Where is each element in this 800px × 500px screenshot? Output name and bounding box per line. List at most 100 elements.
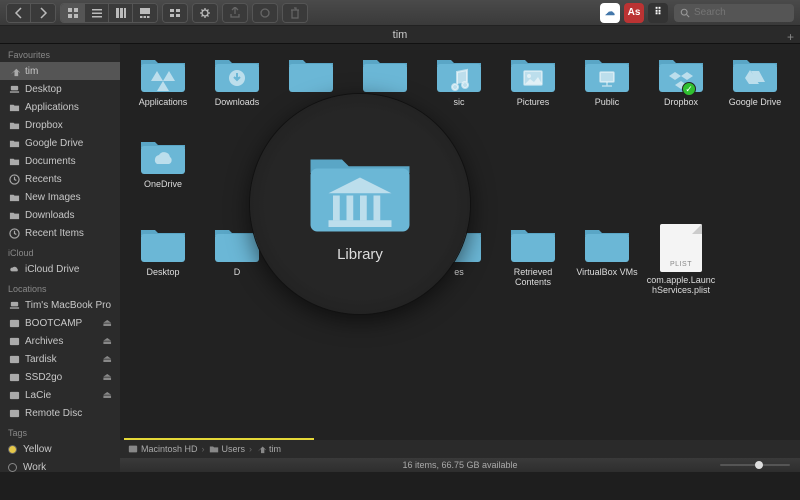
- folder-pictures[interactable]: Pictures: [496, 54, 570, 136]
- sidebar-item-new-images[interactable]: New Images: [0, 188, 120, 206]
- search-icon: [680, 8, 690, 18]
- sidebar-item-downloads[interactable]: Downloads: [0, 206, 120, 224]
- icon-size-slider[interactable]: [720, 462, 790, 468]
- sidebar-item-yellow[interactable]: Yellow: [0, 440, 120, 458]
- share-button[interactable]: [223, 4, 247, 22]
- delete-button[interactable]: [283, 4, 307, 22]
- sidebar-item-documents[interactable]: Documents: [0, 152, 120, 170]
- icon-view-button[interactable]: [61, 4, 85, 22]
- sidebar-item-label: Applications: [25, 102, 79, 113]
- sidebar-item-google-drive[interactable]: Google Drive: [0, 134, 120, 152]
- folder-item[interactable]: [274, 224, 348, 306]
- sidebar-item-tim-s-macbook-pro[interactable]: Tim's MacBook Pro: [0, 296, 120, 314]
- menubar-app-dropbox[interactable]: ⠿: [648, 3, 668, 23]
- sidebar-item-applications[interactable]: Applications: [0, 98, 120, 116]
- sidebar-item-remote-disc[interactable]: Remote Disc: [0, 404, 120, 422]
- disk-icon: [8, 353, 20, 365]
- tag-button[interactable]: [253, 4, 277, 22]
- back-button[interactable]: [7, 4, 31, 22]
- folder-es[interactable]: es: [422, 224, 496, 306]
- search-input[interactable]: [694, 7, 784, 18]
- sidebar-item-label: Tim's MacBook Pro: [25, 300, 111, 311]
- sidebar-item-label: Downloads: [25, 210, 74, 221]
- sidebar-item-archives[interactable]: Archives⏏: [0, 332, 120, 350]
- window-titlebar: tim +: [0, 26, 800, 44]
- sidebar-item-recent-items[interactable]: Recent Items: [0, 224, 120, 242]
- home-icon: [8, 65, 20, 77]
- folder-com-apple-launchservices-plist[interactable]: PLISTcom.apple.LaunchServices.plist: [644, 224, 718, 306]
- folder-applications[interactable]: Applications: [126, 54, 200, 136]
- sidebar-item-ssd2go[interactable]: SSD2go⏏: [0, 368, 120, 386]
- folder-desktop[interactable]: Desktop: [126, 224, 200, 306]
- sidebar-item-tim[interactable]: tim: [0, 62, 120, 80]
- sidebar-item-icloud-drive[interactable]: iCloud Drive: [0, 260, 120, 278]
- folder-label: Dropbox: [664, 97, 698, 107]
- sidebar-item-bootcamp[interactable]: BOOTCAMP ⏏: [0, 314, 120, 332]
- path-crumb-tim[interactable]: tim: [256, 444, 281, 454]
- path-crumb-macintosh-hd[interactable]: Macintosh HD: [128, 444, 198, 454]
- folder-icon: [509, 224, 557, 264]
- menubar-app-cloud[interactable]: ☁: [600, 3, 620, 23]
- forward-button[interactable]: [31, 4, 55, 22]
- sidebar-item-lacie[interactable]: LaCie⏏: [0, 386, 120, 404]
- action-button[interactable]: [193, 4, 217, 22]
- folder-icon: [8, 191, 20, 203]
- menubar-app-as[interactable]: As: [624, 3, 644, 23]
- search-field[interactable]: [674, 4, 794, 22]
- folder-item[interactable]: [348, 54, 422, 136]
- folder-icon: [361, 224, 409, 264]
- folder-public[interactable]: Public: [570, 54, 644, 136]
- folder-label: es: [454, 267, 464, 277]
- folder-downloads[interactable]: Downloads: [200, 54, 274, 136]
- eject-icon[interactable]: ⏏: [103, 318, 112, 329]
- window-title: tim: [393, 29, 408, 41]
- sidebar-item-tardisk[interactable]: Tardisk⏏: [0, 350, 120, 368]
- folder-d[interactable]: D: [200, 224, 274, 306]
- folder-label: Retrieved Contents: [498, 267, 568, 288]
- folder-icon: [287, 224, 335, 264]
- folder-onedrive[interactable]: OneDrive: [126, 136, 200, 218]
- gallery-view-button[interactable]: [133, 4, 157, 22]
- folder-dropbox[interactable]: ✓Dropbox: [644, 54, 718, 136]
- column-view-button[interactable]: [109, 4, 133, 22]
- desktop-icon: [8, 83, 20, 95]
- folder-sic[interactable]: sic: [422, 54, 496, 136]
- folder-item[interactable]: [274, 54, 348, 136]
- sidebar-section-header: Tags: [0, 422, 120, 440]
- group-button[interactable]: [163, 4, 187, 22]
- sidebar-item-label: Recents: [25, 174, 62, 185]
- sidebar-item-label: Yellow: [23, 444, 52, 455]
- status-text: 16 items, 66.75 GB available: [402, 460, 517, 470]
- path-crumb-users[interactable]: Users: [209, 444, 246, 454]
- gear-icon: [8, 227, 20, 239]
- sidebar-item-label: iCloud Drive: [25, 264, 79, 275]
- folder-label: Pictures: [517, 97, 550, 107]
- folder-label: D: [234, 267, 241, 277]
- eject-icon[interactable]: ⏏: [103, 336, 112, 347]
- path-bar[interactable]: Macintosh HD›Users›tim: [120, 440, 800, 458]
- eject-icon[interactable]: ⏏: [103, 372, 112, 383]
- folder-label: Downloads: [215, 97, 260, 107]
- eject-icon[interactable]: ⏏: [103, 354, 112, 365]
- path-crumb-label: Users: [222, 444, 246, 454]
- sidebar-item-label: BOOTCAMP: [25, 318, 82, 329]
- sidebar-item-work[interactable]: Work: [0, 458, 120, 472]
- list-view-button[interactable]: [85, 4, 109, 22]
- sidebar-item-recents[interactable]: Recents: [0, 170, 120, 188]
- icon-view[interactable]: Applications Downloads sic Pictures Public ✓D…: [120, 44, 800, 472]
- apps-icon: [8, 101, 20, 113]
- disk-icon: [8, 371, 20, 383]
- folder-label: Public: [595, 97, 620, 107]
- folder-retrieved-contents[interactable]: Retrieved Contents: [496, 224, 570, 306]
- folder-item[interactable]: [348, 224, 422, 306]
- chevron-right-icon: ›: [249, 444, 252, 454]
- folder-virtualbox-vms[interactable]: VirtualBox VMs: [570, 224, 644, 306]
- disk-icon: [8, 389, 20, 401]
- folder-google-drive[interactable]: Google Drive: [718, 54, 792, 136]
- sidebar-item-desktop[interactable]: Desktop: [0, 80, 120, 98]
- folder-label: Google Drive: [729, 97, 782, 107]
- eject-icon[interactable]: ⏏: [103, 390, 112, 401]
- sidebar-item-label: Recent Items: [25, 228, 84, 239]
- sidebar-item-dropbox[interactable]: Dropbox: [0, 116, 120, 134]
- sidebar-item-label: Google Drive: [25, 138, 83, 149]
